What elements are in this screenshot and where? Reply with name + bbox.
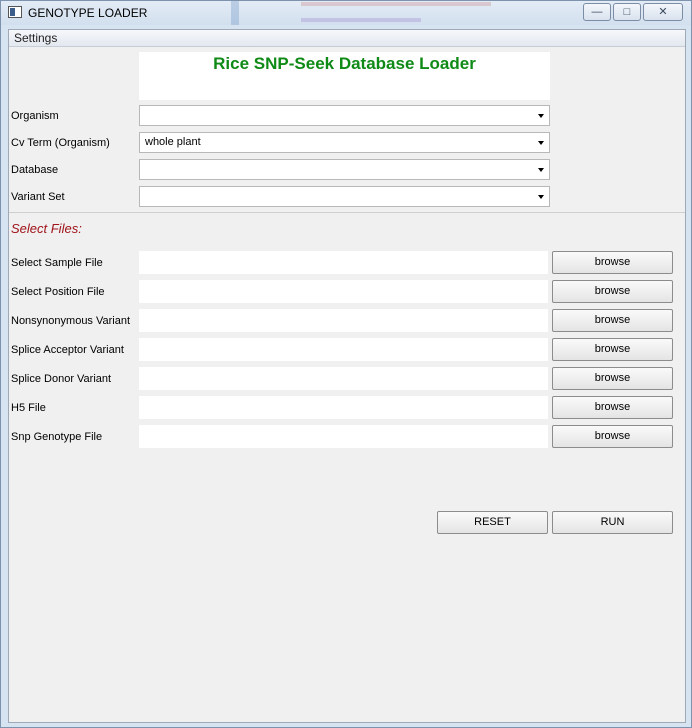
- main-panel: Settings Rice SNP-Seek Database Loader O…: [8, 29, 686, 723]
- browse-sample-button[interactable]: browse: [552, 251, 673, 274]
- close-button[interactable]: ✕: [643, 3, 683, 21]
- minimize-button[interactable]: —: [583, 3, 611, 21]
- menu-settings[interactable]: Settings: [12, 31, 59, 45]
- app-window: GENOTYPE LOADER — □ ✕ Settings Rice SNP-…: [0, 0, 692, 728]
- browse-nonsynonymous-button[interactable]: browse: [552, 309, 673, 332]
- header-banner: Rice SNP-Seek Database Loader: [139, 52, 550, 100]
- window-controls: — □ ✕: [583, 3, 683, 21]
- file-label-position: Select Position File: [11, 286, 105, 298]
- app-icon: [8, 6, 22, 18]
- file-label-h5: H5 File: [11, 402, 46, 414]
- variant-set-select[interactable]: [139, 186, 550, 207]
- chevron-down-icon: [538, 114, 544, 118]
- section-divider: [9, 212, 685, 213]
- organism-select[interactable]: [139, 105, 550, 126]
- file-label-splice-donor: Splice Donor Variant: [11, 373, 112, 385]
- reset-button[interactable]: RESET: [437, 511, 548, 534]
- file-label-nonsynonymous: Nonsynonymous Variant: [11, 315, 131, 327]
- select-files-heading: Select Files:: [11, 221, 82, 236]
- file-label-snp-genotype: Snp Genotype File: [11, 431, 103, 443]
- maximize-button[interactable]: □: [613, 3, 641, 21]
- chevron-down-icon: [538, 168, 544, 172]
- chevron-down-icon: [538, 195, 544, 199]
- variant-set-label: Variant Set: [11, 191, 65, 203]
- run-button[interactable]: RUN: [552, 511, 673, 534]
- cv-term-value: whole plant: [145, 136, 201, 148]
- splice-acceptor-input[interactable]: [139, 338, 548, 361]
- browse-position-button[interactable]: browse: [552, 280, 673, 303]
- snp-genotype-input[interactable]: [139, 425, 548, 448]
- database-label: Database: [11, 164, 59, 176]
- browse-splice-acceptor-button[interactable]: browse: [552, 338, 673, 361]
- cv-term-label: Cv Term (Organism): [11, 137, 110, 149]
- menu-bar: Settings: [9, 30, 685, 47]
- splice-donor-input[interactable]: [139, 367, 548, 390]
- browse-snp-genotype-button[interactable]: browse: [552, 425, 673, 448]
- background-window-glimpse: [231, 1, 531, 25]
- position-file-input[interactable]: [139, 280, 548, 303]
- h5-file-input[interactable]: [139, 396, 548, 419]
- cv-term-select[interactable]: whole plant: [139, 132, 550, 153]
- browse-h5-button[interactable]: browse: [552, 396, 673, 419]
- browse-splice-donor-button[interactable]: browse: [552, 367, 673, 390]
- window-title: GENOTYPE LOADER: [28, 6, 148, 20]
- sample-file-input[interactable]: [139, 251, 548, 274]
- app-title: Rice SNP-Seek Database Loader: [213, 54, 476, 73]
- nonsynonymous-variant-input[interactable]: [139, 309, 548, 332]
- organism-label: Organism: [11, 110, 59, 122]
- database-select[interactable]: [139, 159, 550, 180]
- file-label-splice-acceptor: Splice Acceptor Variant: [11, 344, 124, 356]
- file-label-sample: Select Sample File: [11, 257, 103, 269]
- title-bar[interactable]: GENOTYPE LOADER — □ ✕: [1, 1, 691, 25]
- chevron-down-icon: [538, 141, 544, 145]
